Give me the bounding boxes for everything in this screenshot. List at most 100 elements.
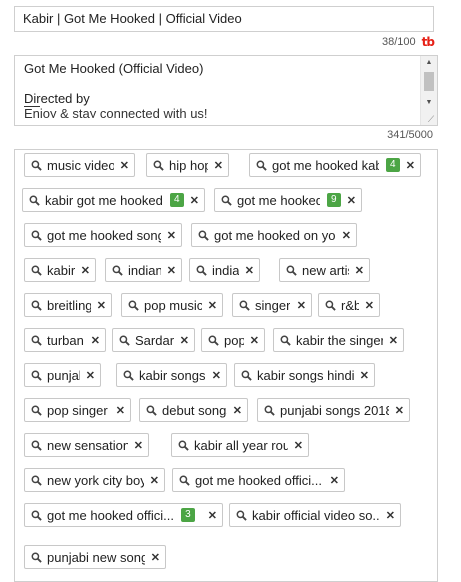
tag-chip[interactable]: Sardar ✕: [112, 328, 195, 352]
search-icon[interactable]: [280, 335, 291, 346]
remove-tag-icon[interactable]: ✕: [359, 299, 374, 312]
search-icon[interactable]: [236, 510, 247, 521]
search-icon[interactable]: [31, 335, 42, 346]
remove-tag-icon[interactable]: ✕: [114, 159, 129, 172]
scroll-up-arrow-icon[interactable]: ▲: [421, 56, 437, 70]
search-icon[interactable]: [325, 300, 336, 311]
remove-tag-icon[interactable]: ✕: [227, 404, 242, 417]
remove-tag-icon[interactable]: ✕: [80, 369, 95, 382]
remove-tag-icon[interactable]: ✕: [336, 229, 351, 242]
tag-chip[interactable]: pop ✕: [201, 328, 265, 352]
tag-chip[interactable]: india ✕: [189, 258, 260, 282]
tag-chip[interactable]: indian ✕: [105, 258, 182, 282]
remove-tag-icon[interactable]: ✕: [144, 474, 159, 487]
resize-grip-icon[interactable]: ⟋: [426, 114, 436, 124]
tag-chip[interactable]: got me hooked song ✕: [24, 223, 182, 247]
search-icon[interactable]: [178, 440, 189, 451]
search-icon[interactable]: [153, 160, 164, 171]
remove-tag-icon[interactable]: ✕: [161, 264, 176, 277]
search-icon[interactable]: [286, 265, 297, 276]
search-icon[interactable]: [128, 300, 139, 311]
tag-chip[interactable]: music video ✕: [24, 153, 135, 177]
search-icon[interactable]: [196, 265, 207, 276]
scroll-down-arrow-icon[interactable]: ▼: [421, 96, 437, 110]
search-icon[interactable]: [239, 300, 250, 311]
tag-chip[interactable]: kabir got me hooked 4 ✕: [22, 188, 205, 212]
tag-chip[interactable]: kabir songs hindi ✕: [234, 363, 375, 387]
remove-tag-icon[interactable]: ✕: [208, 159, 223, 172]
search-icon[interactable]: [241, 370, 252, 381]
tag-chip[interactable]: hip hop ✕: [146, 153, 229, 177]
remove-tag-icon[interactable]: ✕: [91, 299, 106, 312]
remove-tag-icon[interactable]: ✕: [161, 229, 176, 242]
tag-chip[interactable]: new york city boy ✕: [24, 468, 165, 492]
tag-chip[interactable]: new artist✕: [279, 258, 370, 282]
tag-chip[interactable]: got me hooked kabir 4 ✕: [249, 153, 421, 177]
remove-tag-icon[interactable]: ✕: [75, 264, 90, 277]
remove-tag-icon[interactable]: ✕: [110, 404, 125, 417]
tag-chip[interactable]: got me hooked on you ✕: [191, 223, 357, 247]
search-icon[interactable]: [264, 405, 275, 416]
remove-tag-icon[interactable]: ✕: [383, 334, 398, 347]
tag-chip[interactable]: punjabi songs 2018 ✕: [257, 398, 410, 422]
search-icon[interactable]: [31, 405, 42, 416]
tag-chip[interactable]: turban ✕: [24, 328, 106, 352]
search-icon[interactable]: [31, 552, 42, 563]
remove-tag-icon[interactable]: ✕: [174, 334, 189, 347]
search-icon[interactable]: [146, 405, 157, 416]
tag-chip[interactable]: punjabi✕: [24, 363, 101, 387]
tag-chip[interactable]: breitling ✕: [24, 293, 112, 317]
tag-chip[interactable]: pop singer ✕: [24, 398, 131, 422]
tag-chip[interactable]: r&b ✕: [318, 293, 380, 317]
tubebuddy-logo-icon[interactable]: tb: [422, 35, 435, 49]
search-icon[interactable]: [29, 195, 40, 206]
remove-tag-icon[interactable]: ✕: [202, 509, 217, 522]
tag-chip[interactable]: pop music ✕: [121, 293, 223, 317]
tag-chip[interactable]: kabir songs ✕: [116, 363, 227, 387]
video-title-input[interactable]: Kabir | Got Me Hooked | Official Video: [14, 6, 434, 32]
search-icon[interactable]: [31, 510, 42, 521]
tag-chip[interactable]: debut songs ✕: [139, 398, 248, 422]
search-icon[interactable]: [208, 335, 219, 346]
remove-tag-icon[interactable]: ✕: [239, 264, 254, 277]
search-icon[interactable]: [31, 230, 42, 241]
tag-chip[interactable]: kabir the singer ✕: [273, 328, 404, 352]
remove-tag-icon[interactable]: ✕: [244, 334, 259, 347]
tag-chip[interactable]: kabir all year round✕: [171, 433, 309, 457]
tag-chip[interactable]: got me hooked offici... ✕: [172, 468, 345, 492]
tags-container[interactable]: music video ✕ hip hop ✕ got me hooked kabir 4…: [14, 149, 438, 582]
remove-tag-icon[interactable]: ✕: [324, 474, 339, 487]
remove-tag-icon[interactable]: ✕: [389, 404, 404, 417]
search-icon[interactable]: [179, 475, 190, 486]
remove-tag-icon[interactable]: ✕: [288, 439, 303, 452]
search-icon[interactable]: [31, 265, 42, 276]
search-icon[interactable]: [31, 160, 42, 171]
search-icon[interactable]: [31, 300, 42, 311]
tag-chip[interactable]: punjabi new song ✕: [24, 545, 166, 569]
remove-tag-icon[interactable]: ✕: [400, 159, 415, 172]
tag-chip[interactable]: singer ✕: [232, 293, 312, 317]
tag-chip[interactable]: kabir ✕: [24, 258, 96, 282]
search-icon[interactable]: [221, 195, 232, 206]
search-icon[interactable]: [112, 265, 123, 276]
scrollbar-thumb[interactable]: [424, 72, 434, 91]
search-icon[interactable]: [198, 230, 209, 241]
remove-tag-icon[interactable]: ✕: [128, 439, 143, 452]
description-textarea[interactable]: Got Me Hooked (Official Video) Directed …: [14, 55, 438, 126]
remove-tag-icon[interactable]: ✕: [85, 334, 100, 347]
remove-tag-icon[interactable]: ✕: [145, 551, 160, 564]
tag-chip[interactable]: got me hooked offici... 3 ✕: [24, 503, 223, 527]
tag-chip[interactable]: got me hooked 9 ✕: [214, 188, 362, 212]
search-icon[interactable]: [123, 370, 134, 381]
remove-tag-icon[interactable]: ✕: [354, 369, 369, 382]
remove-tag-icon[interactable]: ✕: [341, 194, 356, 207]
search-icon[interactable]: [31, 440, 42, 451]
tag-chip[interactable]: new sensation ✕: [24, 433, 149, 457]
search-icon[interactable]: [119, 335, 130, 346]
remove-tag-icon[interactable]: ✕: [202, 299, 217, 312]
tag-chip[interactable]: kabir official video so... ✕: [229, 503, 401, 527]
search-icon[interactable]: [31, 370, 42, 381]
remove-tag-icon[interactable]: ✕: [206, 369, 221, 382]
search-icon[interactable]: [31, 475, 42, 486]
remove-tag-icon[interactable]: ✕: [380, 509, 395, 522]
